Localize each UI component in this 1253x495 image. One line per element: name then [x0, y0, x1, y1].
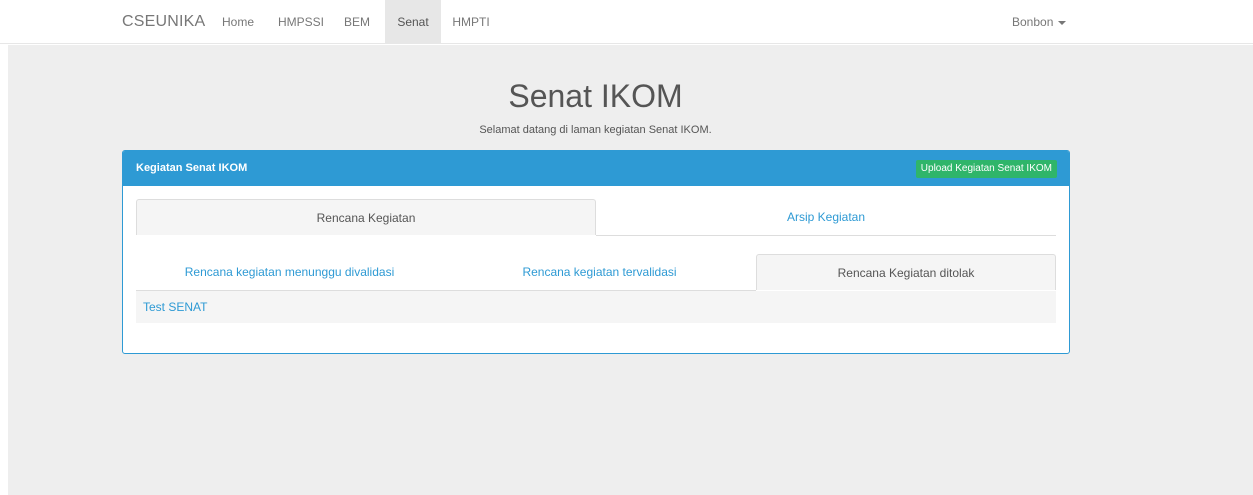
- brand-link[interactable]: CSEUNIKA: [122, 0, 205, 44]
- subtab-menunggu-divalidasi[interactable]: Rencana kegiatan menunggu divalidasi: [136, 254, 443, 290]
- user-name: Bonbon: [1012, 15, 1054, 29]
- nav-item-hmpssi[interactable]: HMPSSI: [272, 0, 330, 44]
- page-subtitle: Selamat datang di laman kegiatan Senat I…: [479, 124, 712, 136]
- nav-item-home[interactable]: Home: [212, 0, 264, 44]
- top-navbar: CSEUNIKA Home HMPSSI BEM Senat HMPTI Bon…: [0, 0, 1253, 44]
- page-title: Senat IKOM: [508, 78, 683, 114]
- panel-heading: Kegiatan Senat IKOM Upload Kegiatan Sena…: [123, 151, 1069, 186]
- tab-rencana-kegiatan[interactable]: Rencana Kegiatan: [136, 199, 596, 235]
- nav-item-bem[interactable]: BEM: [336, 0, 378, 44]
- subtab-tervalidasi[interactable]: Rencana kegiatan tervalidasi: [443, 254, 756, 290]
- list-item: Test SENAT: [136, 291, 1056, 323]
- tab-arsip-kegiatan[interactable]: Arsip Kegiatan: [596, 199, 1056, 235]
- user-dropdown[interactable]: Bonbon: [1012, 0, 1067, 44]
- subtab-ditolak[interactable]: Rencana Kegiatan ditolak: [756, 254, 1056, 290]
- caret-down-icon: [1058, 20, 1067, 25]
- nav-item-hmpti[interactable]: HMPTI: [447, 0, 495, 44]
- nav-item-senat[interactable]: Senat: [385, 0, 441, 44]
- panel-title: Kegiatan Senat IKOM: [136, 162, 248, 174]
- main-tabs-divider: [596, 235, 1056, 236]
- upload-kegiatan-button[interactable]: Upload Kegiatan Senat IKOM: [915, 160, 1057, 178]
- kegiatan-link-test-senat[interactable]: Test SENAT: [143, 291, 207, 323]
- kegiatan-panel: Kegiatan Senat IKOM Upload Kegiatan Sena…: [122, 150, 1070, 354]
